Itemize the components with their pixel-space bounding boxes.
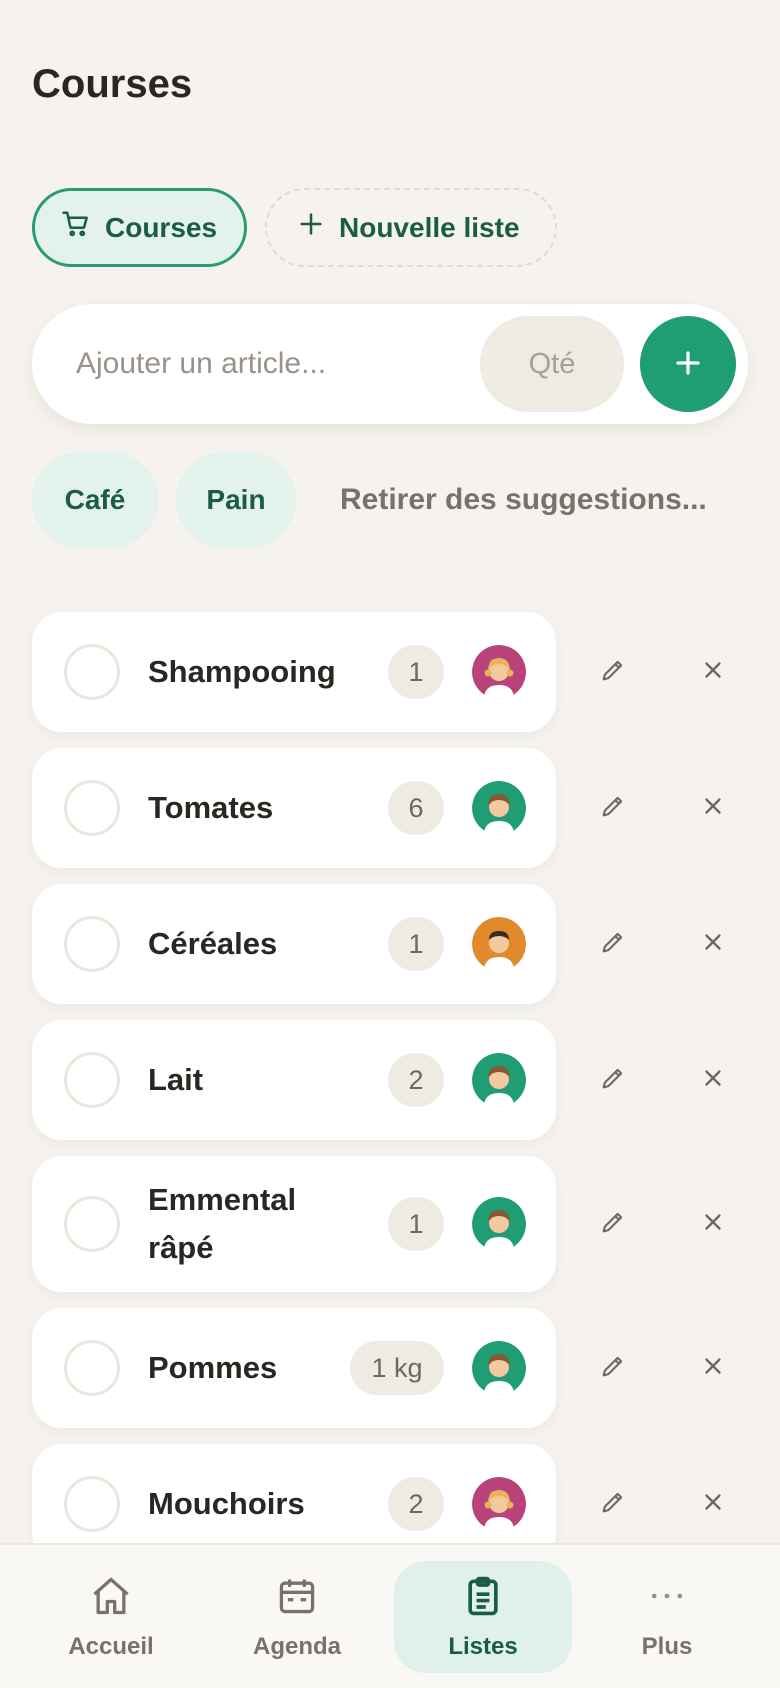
item-quantity-badge: 1 <box>388 1197 444 1251</box>
pencil-icon <box>599 792 627 825</box>
delete-item-button[interactable] <box>686 645 740 699</box>
close-icon <box>700 1353 726 1384</box>
item-name: Shampooing <box>148 654 336 689</box>
assignee-avatar <box>472 781 526 835</box>
list-item: Pommes 1 kg <box>32 1308 721 1428</box>
close-icon <box>700 657 726 688</box>
delete-item-button[interactable] <box>686 1341 740 1395</box>
assignee-avatar <box>472 645 526 699</box>
pencil-icon <box>599 1208 627 1241</box>
close-icon <box>700 929 726 960</box>
delete-item-button[interactable] <box>686 1477 740 1531</box>
edit-item-button[interactable] <box>586 1053 640 1107</box>
item-checkbox[interactable] <box>64 916 120 972</box>
pencil-icon <box>599 656 627 689</box>
item-quantity-badge: 2 <box>388 1053 444 1107</box>
item-checkbox[interactable] <box>64 1340 120 1396</box>
list-item: Shampooing 1 <box>32 612 721 732</box>
delete-item-button[interactable] <box>686 1053 740 1107</box>
nav-label: Listes <box>448 1632 518 1660</box>
pencil-icon <box>599 1064 627 1097</box>
item-quantity-badge: 1 kg <box>350 1341 444 1395</box>
more-dots-icon <box>645 1574 689 1625</box>
pencil-icon <box>599 1352 627 1385</box>
assignee-avatar <box>472 917 526 971</box>
item-checkbox[interactable] <box>64 780 120 836</box>
edit-item-button[interactable] <box>586 1197 640 1251</box>
clipboard-list-icon <box>461 1574 505 1625</box>
edit-item-button[interactable] <box>586 1341 640 1395</box>
item-quantity-badge: 2 <box>388 1477 444 1531</box>
list-item: Tomates 6 <box>32 748 721 868</box>
delete-item-button[interactable] <box>686 917 740 971</box>
item-checkbox[interactable] <box>64 1196 120 1252</box>
list-item: Emmental râpé 1 <box>32 1156 721 1292</box>
close-icon <box>700 1489 726 1520</box>
nav-label: Plus <box>641 1632 693 1660</box>
item-checkbox[interactable] <box>64 1476 120 1532</box>
item-quantity-badge: 6 <box>388 781 444 835</box>
nav-item-agenda[interactable]: Agenda <box>208 1561 386 1673</box>
calendar-icon <box>275 1574 319 1625</box>
list-item: Mouchoirs 2 <box>32 1444 721 1543</box>
shopping-list: Shampooing 1 Tomates 6 Céréales 1 Lait 2… <box>0 0 780 1543</box>
home-icon <box>89 1574 133 1625</box>
edit-item-button[interactable] <box>586 645 640 699</box>
nav-item-accueil[interactable]: Accueil <box>22 1561 200 1673</box>
item-name: Céréales <box>148 926 278 961</box>
edit-item-button[interactable] <box>586 781 640 835</box>
item-checkbox[interactable] <box>64 644 120 700</box>
item-checkbox[interactable] <box>64 1052 120 1108</box>
close-icon <box>700 1065 726 1096</box>
assignee-avatar <box>472 1197 526 1251</box>
close-icon <box>700 793 726 824</box>
item-name: Emmental râpé <box>148 1182 297 1265</box>
edit-item-button[interactable] <box>586 917 640 971</box>
edit-item-button[interactable] <box>586 1477 640 1531</box>
nav-item-plus[interactable]: Plus <box>578 1561 756 1673</box>
bottom-nav: Accueil Agenda Listes Plus <box>0 1543 780 1688</box>
item-quantity-badge: 1 <box>388 645 444 699</box>
list-item: Lait 2 <box>32 1020 721 1140</box>
list-item: Céréales 1 <box>32 884 721 1004</box>
nav-item-listes[interactable]: Listes <box>394 1561 572 1673</box>
item-name: Tomates <box>148 790 274 825</box>
item-quantity-badge: 1 <box>388 917 444 971</box>
assignee-avatar <box>472 1341 526 1395</box>
pencil-icon <box>599 1488 627 1521</box>
item-name: Lait <box>148 1062 204 1097</box>
delete-item-button[interactable] <box>686 781 740 835</box>
nav-label: Agenda <box>252 1632 341 1660</box>
delete-item-button[interactable] <box>686 1197 740 1251</box>
assignee-avatar <box>472 1477 526 1531</box>
pencil-icon <box>599 928 627 961</box>
item-name: Mouchoirs <box>148 1486 305 1521</box>
item-name: Pommes <box>148 1350 278 1385</box>
nav-label: Accueil <box>68 1632 154 1660</box>
close-icon <box>700 1209 726 1240</box>
assignee-avatar <box>472 1053 526 1107</box>
